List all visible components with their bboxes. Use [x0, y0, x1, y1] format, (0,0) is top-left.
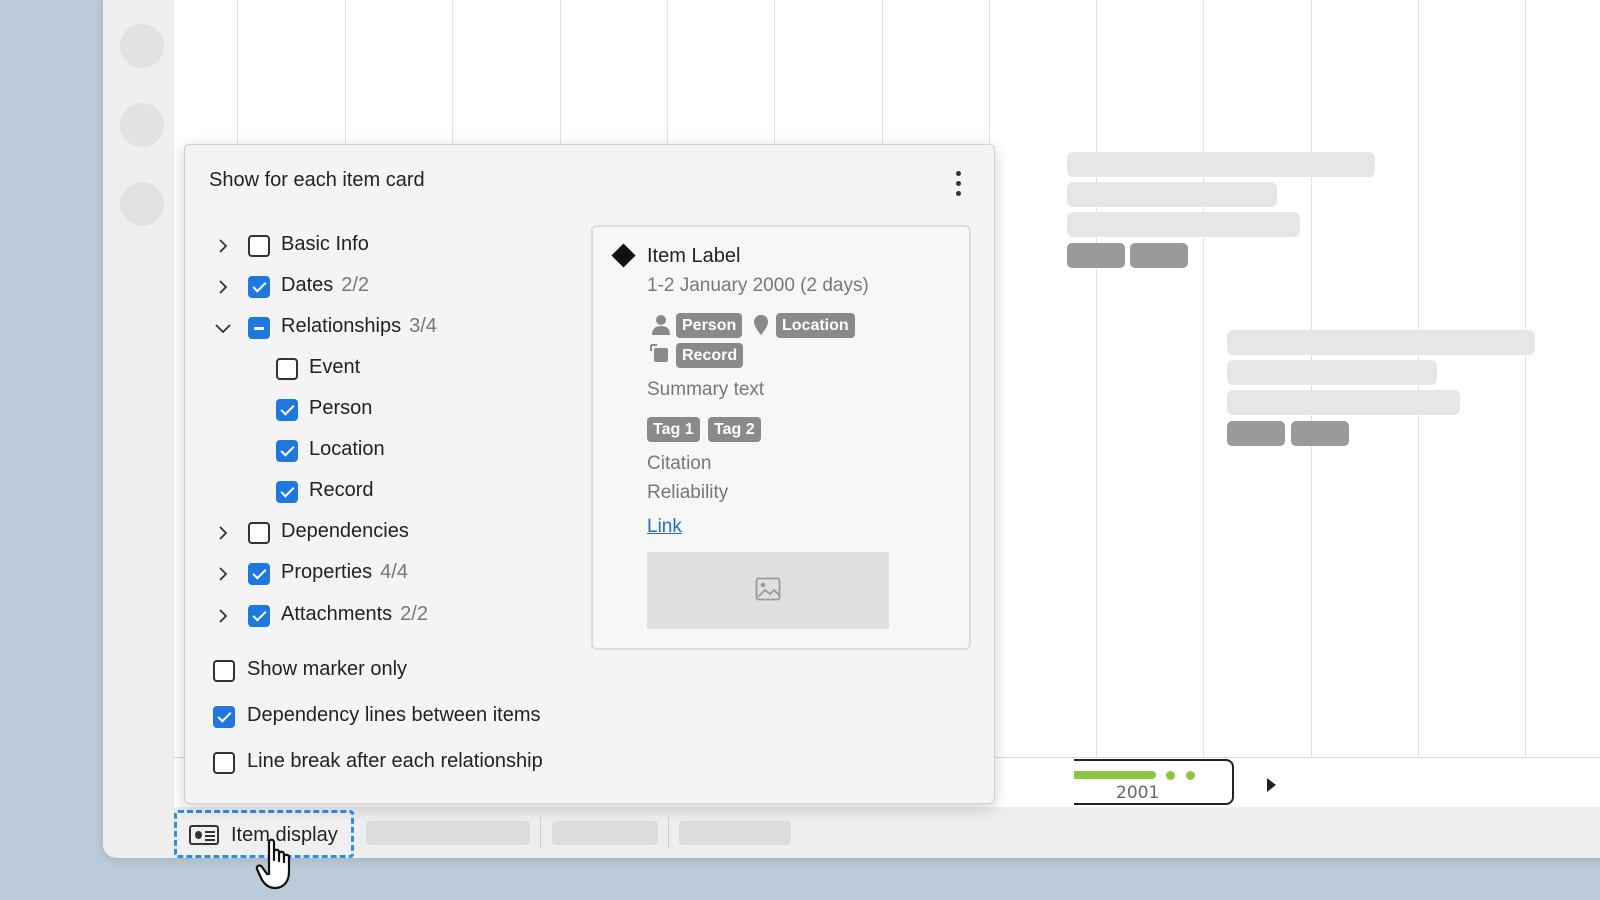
preview-citation: Citation: [647, 453, 712, 474]
placeholder-line: [1067, 212, 1300, 237]
checkbox-properties[interactable]: [248, 563, 270, 585]
option-basic-info: Basic Info: [281, 233, 369, 255]
placeholder-line: [1067, 182, 1277, 207]
badge-record: Record: [676, 343, 744, 368]
grid-line: [1525, 0, 1526, 757]
play-icon[interactable]: [1267, 778, 1276, 792]
checkbox-person[interactable]: [276, 399, 298, 421]
toolbar-divider: [668, 817, 669, 849]
option-properties: Properties 4/4: [281, 561, 408, 583]
location-pin-icon: [754, 315, 768, 335]
chevron-right-icon[interactable]: [213, 523, 233, 543]
toolbar-button-placeholder[interactable]: [552, 821, 658, 845]
option-dates: Dates 2/2: [281, 274, 370, 296]
rail-button-1[interactable]: [120, 24, 164, 68]
checkbox-line-break[interactable]: [213, 752, 235, 774]
placeholder-tag: [1130, 243, 1188, 268]
rail-button-2[interactable]: [120, 103, 164, 147]
option-location: Location: [309, 438, 385, 460]
placeholder-tag: [1227, 421, 1285, 446]
checkbox-basic-info[interactable]: [248, 235, 270, 257]
toolbar-button-placeholder[interactable]: [679, 821, 791, 845]
placeholder-line: [1227, 330, 1535, 355]
option-line-break: Line break after each relationship: [247, 750, 543, 772]
placeholder-tag: [1291, 421, 1349, 446]
visible-range-window[interactable]: 2001: [1074, 759, 1234, 805]
chevron-down-icon[interactable]: [213, 318, 233, 338]
preview-date: 1-2 January 2000 (2 days): [647, 275, 869, 296]
left-rail: [103, 0, 173, 858]
preview-summary: Summary text: [647, 379, 765, 400]
chevron-right-icon[interactable]: [213, 606, 233, 626]
item-display-popup: Show for each item card Basic Info Dates…: [184, 144, 995, 804]
option-dependency-lines: Dependency lines between items: [247, 704, 541, 726]
chevron-right-icon[interactable]: [213, 277, 233, 297]
checkbox-dependency-lines[interactable]: [213, 706, 235, 728]
year-label: 2001: [1116, 783, 1160, 803]
preview-reliability: Reliability: [647, 482, 729, 503]
preview-image-placeholder: [647, 552, 889, 629]
person-icon: [652, 315, 670, 335]
option-show-marker-only: Show marker only: [247, 658, 408, 680]
checkbox-event[interactable]: [276, 358, 298, 380]
option-person: Person: [309, 397, 373, 419]
range-dot: [1166, 771, 1175, 780]
option-event: Event: [309, 356, 361, 378]
option-attachments: Attachments 2/2: [281, 603, 428, 625]
rail-button-3[interactable]: [120, 182, 164, 226]
option-record: Record: [309, 479, 374, 501]
toolbar-button-placeholder[interactable]: [366, 821, 530, 845]
placeholder-line: [1227, 390, 1460, 415]
placeholder-tag: [1067, 243, 1125, 268]
grid-line: [1203, 0, 1204, 757]
option-dependencies: Dependencies: [281, 520, 409, 542]
preview-link[interactable]: Link: [647, 516, 682, 538]
range-dot: [1186, 771, 1195, 780]
record-icon: [650, 344, 668, 362]
badge-location: Location: [776, 313, 855, 338]
toolbar-divider: [540, 817, 541, 849]
id-card-icon: [189, 825, 219, 845]
placeholder-line: [1227, 360, 1437, 385]
bottom-toolbar: Item display: [174, 807, 1600, 858]
preview-item-label: Item Label: [647, 245, 741, 267]
badge-tag-1: Tag 1: [647, 417, 700, 442]
badge-person: Person: [676, 313, 743, 338]
badge-tag-2: Tag 2: [708, 417, 761, 442]
hand-cursor-icon: [255, 838, 291, 890]
checkbox-show-marker-only[interactable]: [213, 660, 235, 682]
checkbox-dates[interactable]: [248, 276, 270, 298]
grid-line: [1096, 0, 1097, 757]
checkbox-dependencies[interactable]: [248, 522, 270, 544]
diamond-marker-icon: [611, 243, 636, 268]
more-vertical-icon[interactable]: [954, 171, 962, 197]
checkbox-attachments[interactable]: [248, 605, 270, 627]
checkbox-location[interactable]: [276, 440, 298, 462]
chevron-right-icon[interactable]: [213, 236, 233, 256]
placeholder-line: [1067, 152, 1375, 177]
image-icon: [755, 577, 781, 601]
checkbox-relationships[interactable]: [248, 317, 270, 339]
range-progress-bar: [1074, 771, 1156, 779]
checkbox-record[interactable]: [276, 481, 298, 503]
chevron-right-icon[interactable]: [213, 564, 233, 584]
popup-title: Show for each item card: [209, 169, 425, 191]
option-relationships: Relationships 3/4: [281, 315, 437, 337]
item-card-preview: Item Label 1-2 January 2000 (2 days) Per…: [591, 225, 971, 650]
